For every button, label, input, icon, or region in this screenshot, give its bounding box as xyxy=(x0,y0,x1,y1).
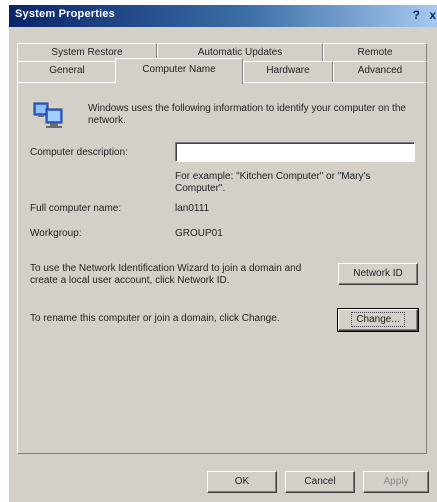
system-properties-window: System Properties ? x System Restore Aut… xyxy=(8,4,437,502)
intro-text: Windows uses the following information t… xyxy=(88,103,406,126)
ok-button[interactable]: OK xyxy=(207,471,277,493)
network-computer-icon xyxy=(33,102,63,128)
apply-label: Apply xyxy=(383,476,409,487)
network-id-button[interactable]: Network ID xyxy=(338,263,418,285)
help-icon[interactable]: ? xyxy=(413,8,420,22)
network-id-label: Network ID xyxy=(353,268,403,279)
tab-label: System Restore xyxy=(51,47,123,58)
tab-computer-name[interactable]: Computer Name xyxy=(115,58,243,84)
window-title: System Properties xyxy=(15,8,115,20)
computer-name-panel: Windows uses the following information t… xyxy=(17,82,427,454)
cancel-button[interactable]: Cancel xyxy=(285,471,355,493)
apply-button[interactable]: Apply xyxy=(363,471,429,493)
change-label: Change... xyxy=(351,312,405,327)
description-label: Computer description: xyxy=(30,147,128,158)
change-button[interactable]: Change... xyxy=(337,308,419,332)
close-icon[interactable]: x xyxy=(429,8,436,22)
tab-advanced[interactable]: Advanced xyxy=(333,61,427,82)
tab-remote[interactable]: Remote xyxy=(323,43,427,61)
tab-hardware[interactable]: Hardware xyxy=(243,61,333,82)
network-id-text: To use the Network Identification Wizard… xyxy=(30,263,302,286)
tab-label: Computer Name xyxy=(142,64,216,75)
tab-general[interactable]: General xyxy=(17,61,117,82)
ok-label: OK xyxy=(234,476,250,487)
full-name-value: lan0111 xyxy=(175,203,210,214)
tab-label: General xyxy=(49,65,85,76)
full-name-label: Full computer name: xyxy=(30,203,122,214)
tab-label: Remote xyxy=(357,47,393,58)
title-bar[interactable]: System Properties ? x xyxy=(9,5,437,27)
workgroup-label: Workgroup: xyxy=(30,228,82,239)
workgroup-value: GROUP01 xyxy=(175,228,223,239)
tab-label: Automatic Updates xyxy=(197,47,283,58)
tab-label: Advanced xyxy=(357,65,403,76)
change-text: To rename this computer or join a domain… xyxy=(30,313,280,324)
cancel-label: Cancel xyxy=(304,476,336,487)
tab-label: Hardware xyxy=(266,65,310,76)
computer-description-input[interactable] xyxy=(175,142,415,162)
example-text: For example: "Kitchen Computer" or "Mary… xyxy=(175,171,371,194)
